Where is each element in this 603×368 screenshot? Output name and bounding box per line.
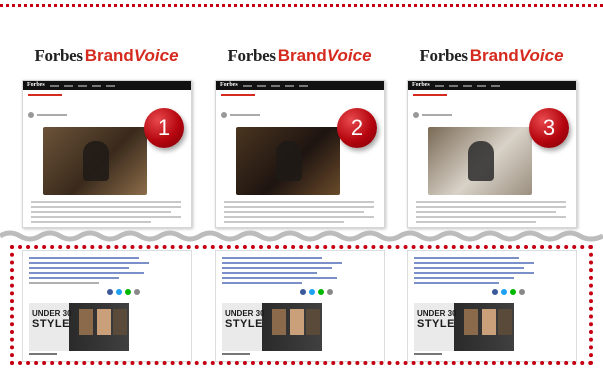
number-badge-1: 1 bbox=[144, 108, 184, 148]
brandvoice-tag bbox=[221, 94, 255, 96]
torn-page-divider bbox=[0, 230, 603, 242]
article-photo bbox=[236, 127, 340, 195]
brandvoice-tag bbox=[28, 94, 62, 96]
number-badge-2: 2 bbox=[337, 108, 377, 148]
top-dotted-divider bbox=[0, 4, 603, 7]
forbes-navbar: Forbes bbox=[408, 81, 576, 90]
forbes-brandvoice-logo: Forbes BrandVoice bbox=[227, 46, 372, 65]
number-badge-3: 3 bbox=[529, 108, 569, 148]
article-screenshot: Forbes bbox=[215, 80, 385, 228]
brandvoice-tag bbox=[413, 94, 447, 96]
article-screenshot: Forbes bbox=[22, 80, 192, 228]
forbes-navbar: Forbes bbox=[216, 81, 384, 90]
highlight-dotted-frame bbox=[10, 245, 593, 365]
article-photo bbox=[428, 127, 532, 195]
forbes-brandvoice-logo: Forbes BrandVoice bbox=[419, 46, 564, 65]
forbes-brandvoice-logo: Forbes BrandVoice bbox=[34, 46, 179, 65]
article-photo bbox=[43, 127, 147, 195]
article-screenshot: Forbes bbox=[407, 80, 577, 228]
forbes-navbar: Forbes bbox=[23, 81, 191, 90]
